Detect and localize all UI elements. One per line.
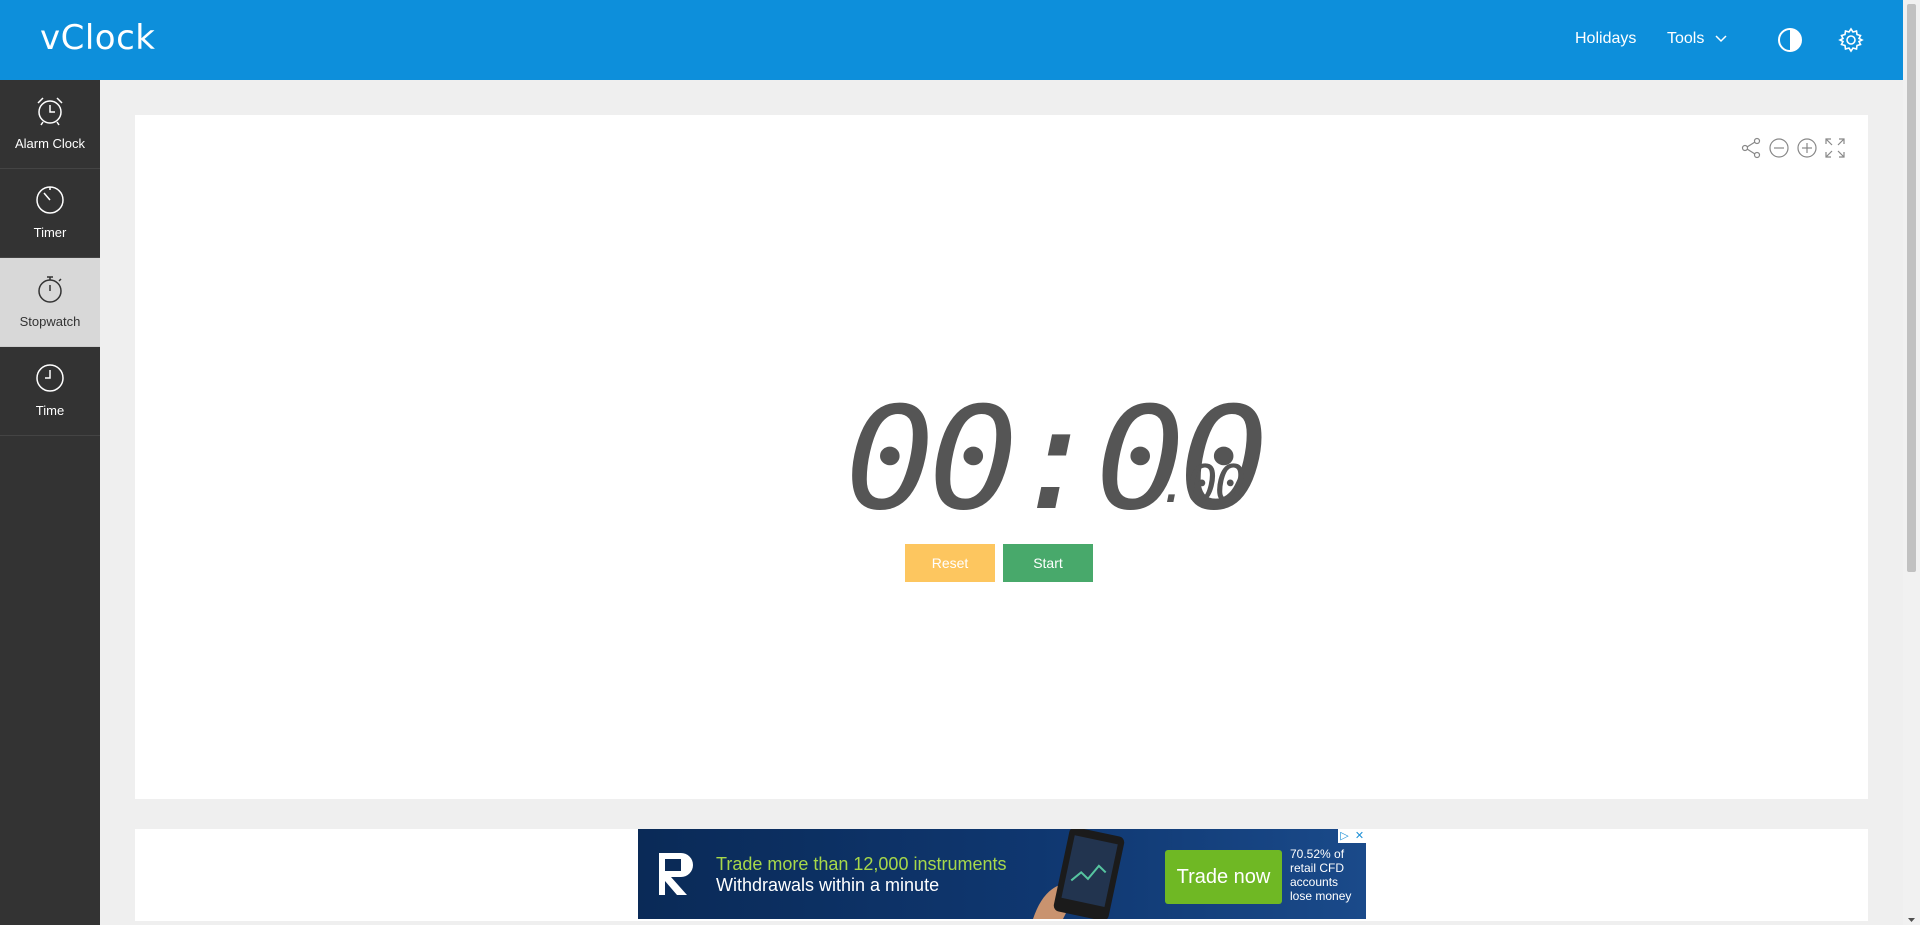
ad-banner[interactable]: Trade more than 12,000 instruments Withd… — [638, 829, 1366, 919]
zoom-out-icon[interactable] — [1768, 137, 1790, 159]
start-button[interactable]: Start — [1003, 544, 1093, 582]
sidebar-item-label: Alarm Clock — [14, 136, 86, 151]
sidebar-item-stopwatch[interactable]: Stopwatch — [0, 258, 100, 347]
share-icon[interactable] — [1740, 137, 1762, 159]
gear-icon[interactable] — [1838, 27, 1864, 53]
scrollbar-thumb[interactable] — [1907, 4, 1916, 572]
nav-tools-menu[interactable]: Tools — [1667, 30, 1727, 48]
adchoices-icon[interactable]: ▷ — [1338, 829, 1351, 843]
scroll-down-arrow-icon[interactable] — [1906, 912, 1917, 922]
ad-headline: Trade more than 12,000 instruments — [716, 854, 1007, 874]
stopwatch-icon — [38, 276, 62, 303]
top-header: vClock Holidays Tools — [0, 0, 1903, 80]
fullscreen-icon[interactable] — [1824, 137, 1846, 159]
ad-disclaimer: 70.52% of retail CFD accounts lose money — [1290, 847, 1352, 903]
stopwatch-display: 00:00 .00 — [845, 389, 1269, 531]
sidebar-item-label: Timer — [33, 225, 67, 240]
sidebar-item-time[interactable]: Time — [0, 347, 100, 436]
sidebar-item-label: Time — [35, 403, 65, 418]
reset-button[interactable]: Reset — [905, 544, 995, 582]
sidebar: Alarm Clock Timer Stopwatch Time — [0, 80, 100, 925]
sidebar-item-alarm-clock[interactable]: Alarm Clock — [0, 80, 100, 169]
zoom-in-icon[interactable] — [1796, 137, 1818, 159]
sidebar-item-timer[interactable]: Timer — [0, 169, 100, 258]
contrast-icon[interactable] — [1777, 27, 1803, 53]
ad-controls: ▷ ✕ — [1338, 829, 1366, 843]
phone-image-icon — [1033, 829, 1125, 919]
nav-tools-label: Tools — [1667, 30, 1705, 48]
sidebar-item-label: Stopwatch — [19, 314, 81, 329]
site-logo[interactable]: vClock — [40, 18, 156, 58]
chevron-down-icon — [1715, 30, 1727, 48]
alarm-clock-icon — [37, 97, 63, 126]
clock-icon — [36, 364, 64, 392]
ad-cta-button[interactable]: Trade now — [1165, 850, 1282, 904]
broker-logo-icon — [659, 853, 693, 895]
ad-subline: Withdrawals within a minute — [716, 875, 940, 895]
stopwatch-time-hundredths: .00 — [1158, 455, 1246, 515]
ad-close-icon[interactable]: ✕ — [1353, 829, 1366, 843]
timer-icon — [36, 186, 64, 214]
stopwatch-panel: 00:00 .00 Reset Start — [135, 115, 1868, 799]
nav-holidays-link[interactable]: Holidays — [1575, 30, 1636, 48]
